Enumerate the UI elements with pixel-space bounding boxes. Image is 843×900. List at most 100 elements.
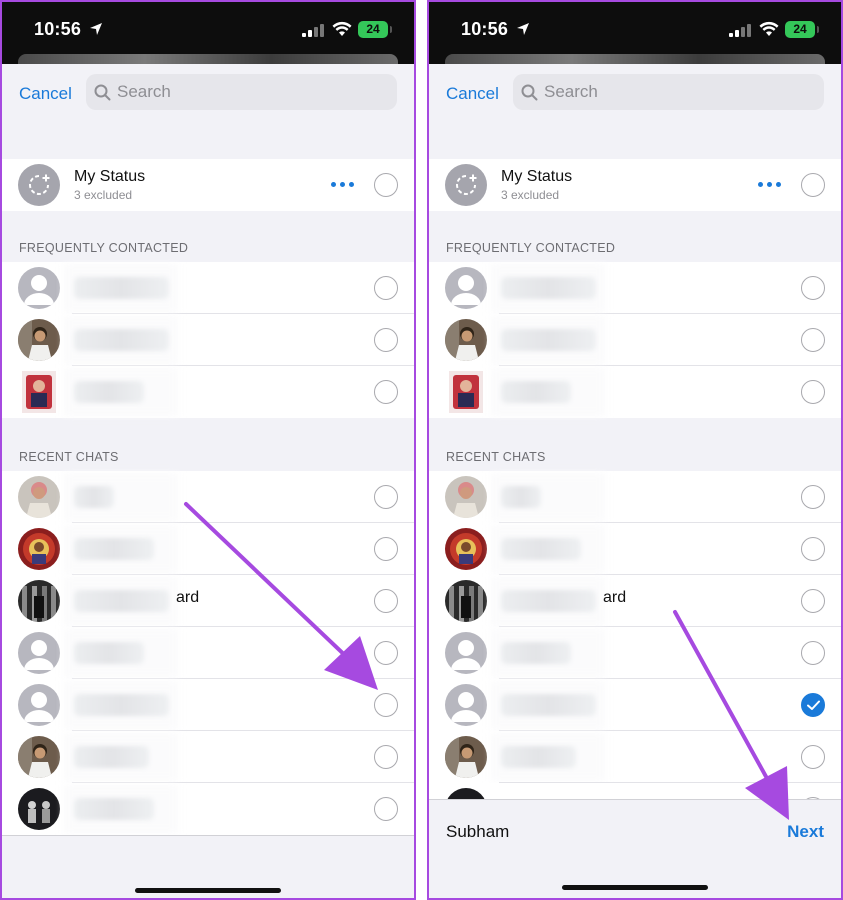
my-status-row[interactable]: My Status 3 excluded — [429, 159, 841, 211]
my-status-radio[interactable] — [801, 173, 825, 197]
contact-name-blurred — [501, 538, 581, 560]
chat-radio[interactable] — [801, 641, 825, 665]
contact-row[interactable] — [429, 262, 841, 314]
contact-photo-night — [18, 788, 60, 830]
chat-row[interactable] — [429, 679, 841, 731]
chat-radio[interactable] — [801, 589, 825, 613]
contact-name-blurred — [501, 590, 596, 612]
contact-photo-man — [445, 736, 487, 778]
chat-row[interactable] — [2, 783, 414, 835]
contact-name-blurred — [74, 694, 169, 716]
chat-radio[interactable] — [801, 485, 825, 509]
contact-name-blurred — [501, 642, 571, 664]
contact-name-blurred — [74, 746, 149, 768]
chat-row[interactable]: ard — [429, 575, 841, 627]
chat-radio[interactable] — [374, 641, 398, 665]
status-time: 10:56 — [34, 19, 82, 39]
chat-row[interactable] — [2, 731, 414, 783]
chat-radio[interactable] — [801, 745, 825, 769]
contact-radio[interactable] — [801, 380, 825, 404]
contact-photo-man — [445, 319, 487, 361]
phone-screen-after: 10:56 24 Cancel My Status 3 excluded FRE… — [427, 0, 843, 900]
contact-name-blurred — [74, 538, 154, 560]
person-placeholder-icon — [18, 267, 60, 309]
search-input[interactable] — [117, 82, 337, 102]
my-status-name: My Status — [501, 168, 573, 185]
contact-radio[interactable] — [374, 328, 398, 352]
battery-indicator: 24 — [358, 21, 392, 38]
contact-radio[interactable] — [374, 380, 398, 404]
my-status-name: My Status — [74, 168, 146, 185]
cellular-signal-icon — [729, 24, 751, 37]
chat-radio[interactable] — [374, 485, 398, 509]
contact-row[interactable] — [2, 366, 414, 418]
more-options-icon[interactable] — [331, 182, 354, 187]
person-placeholder-icon — [445, 632, 487, 674]
selected-contact-name: Subham — [446, 822, 510, 841]
person-placeholder-icon — [18, 684, 60, 726]
chat-row[interactable] — [2, 679, 414, 731]
location-arrow-icon — [517, 23, 529, 35]
selection-footer: Subham Next — [429, 799, 841, 898]
contact-radio[interactable] — [801, 276, 825, 300]
search-input[interactable] — [544, 82, 764, 102]
next-button[interactable]: Next — [787, 822, 824, 842]
cancel-button[interactable]: Cancel — [19, 84, 72, 104]
search-icon — [521, 84, 538, 100]
more-options-icon[interactable] — [758, 182, 781, 187]
search-field[interactable] — [513, 74, 824, 110]
chat-row[interactable] — [429, 523, 841, 575]
bottom-bar — [2, 835, 414, 898]
contact-photo-red — [445, 528, 487, 570]
contact-name-blurred — [501, 746, 576, 768]
contact-photo-man — [18, 319, 60, 361]
contact-name-blurred — [74, 329, 169, 351]
contact-name-blurred — [74, 590, 169, 612]
contact-radio[interactable] — [801, 328, 825, 352]
chat-row[interactable]: ard — [2, 575, 414, 627]
chat-radio[interactable] — [374, 589, 398, 613]
contact-photo-figure — [449, 371, 483, 413]
contact-name-blurred — [74, 486, 114, 508]
wifi-icon — [332, 21, 352, 36]
contact-name-fragment: ard — [603, 589, 627, 606]
chat-radio[interactable] — [374, 797, 398, 821]
my-status-radio[interactable] — [374, 173, 398, 197]
wifi-icon — [759, 21, 779, 36]
chat-row[interactable] — [429, 731, 841, 783]
chat-radio-selected[interactable] — [801, 693, 825, 717]
contact-row[interactable] — [429, 366, 841, 418]
contact-radio[interactable] — [374, 276, 398, 300]
contact-photo-red — [18, 528, 60, 570]
search-field[interactable] — [86, 74, 397, 110]
share-sheet: Cancel My Status 3 excluded FREQUENTLY C… — [2, 64, 414, 898]
checkmark-icon — [807, 700, 820, 710]
section-header-recent: RECENT CHATS — [19, 450, 119, 464]
contact-name-blurred — [501, 694, 596, 716]
phone-screen-before: 10:56 24 Cancel My Status 3 excluded FRE… — [0, 0, 416, 900]
status-time: 10:56 — [461, 19, 509, 39]
cellular-signal-icon — [302, 24, 324, 37]
chat-radio[interactable] — [801, 537, 825, 561]
chat-radio[interactable] — [374, 745, 398, 769]
chat-row[interactable] — [429, 627, 841, 679]
my-status-row[interactable]: My Status 3 excluded — [2, 159, 414, 211]
contact-row[interactable] — [2, 314, 414, 366]
chat-row[interactable] — [429, 471, 841, 523]
section-header-recent: RECENT CHATS — [446, 450, 546, 464]
cancel-button[interactable]: Cancel — [446, 84, 499, 104]
chat-row[interactable] — [2, 627, 414, 679]
search-icon — [94, 84, 111, 100]
home-indicator — [562, 885, 708, 890]
contact-row[interactable] — [2, 262, 414, 314]
status-add-icon — [29, 174, 50, 195]
contact-name-blurred — [74, 277, 169, 299]
chat-radio[interactable] — [374, 693, 398, 717]
contact-row[interactable] — [429, 314, 841, 366]
my-status-subtitle: 3 excluded — [501, 188, 560, 202]
chat-row[interactable] — [2, 523, 414, 575]
chat-row[interactable] — [2, 471, 414, 523]
chat-radio[interactable] — [374, 537, 398, 561]
status-avatar — [18, 164, 60, 206]
status-add-icon — [456, 174, 477, 195]
